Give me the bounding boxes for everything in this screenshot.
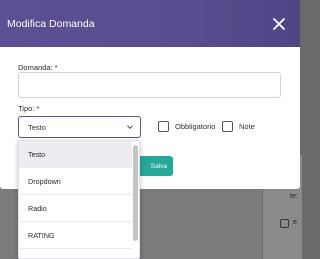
notes-label: Note: [239, 122, 255, 131]
background-text-fragment: te:: [290, 193, 298, 200]
notes-checkbox[interactable]: [222, 121, 233, 132]
mandatory-checkbox-group[interactable]: Obbligatorio: [158, 121, 215, 132]
dropdown-option[interactable]: Radio: [19, 195, 132, 222]
dropdown-scrollbar[interactable]: [133, 145, 138, 241]
mandatory-checkbox[interactable]: [158, 121, 169, 132]
background-text-fragment: e: [293, 219, 297, 226]
close-icon: [273, 17, 285, 30]
background-checkbox: [280, 219, 289, 228]
close-button[interactable]: [272, 17, 286, 31]
question-input[interactable]: [18, 72, 281, 98]
type-label: Tipo: *: [18, 104, 40, 113]
modal-header: Modifica Domanda: [0, 0, 300, 47]
modal-title: Modifica Domanda: [7, 17, 95, 30]
dropdown-option[interactable]: Testo: [19, 141, 132, 168]
chevron-down-icon: [127, 125, 133, 130]
dropdown-option[interactable]: Dropdown: [19, 168, 132, 195]
notes-checkbox-group[interactable]: Note: [222, 121, 255, 132]
mandatory-label: Obbligatorio: [175, 122, 216, 131]
type-select[interactable]: Testo: [18, 116, 141, 138]
dropdown-option[interactable]: RATING: [19, 222, 132, 249]
question-label: Domanda: *: [18, 63, 58, 72]
type-dropdown-list[interactable]: Testo Dropdown Radio RATING: [18, 140, 140, 259]
save-button[interactable]: Salva: [137, 156, 173, 176]
type-select-value: Testo: [28, 122, 46, 132]
save-label: Salva: [150, 162, 167, 170]
